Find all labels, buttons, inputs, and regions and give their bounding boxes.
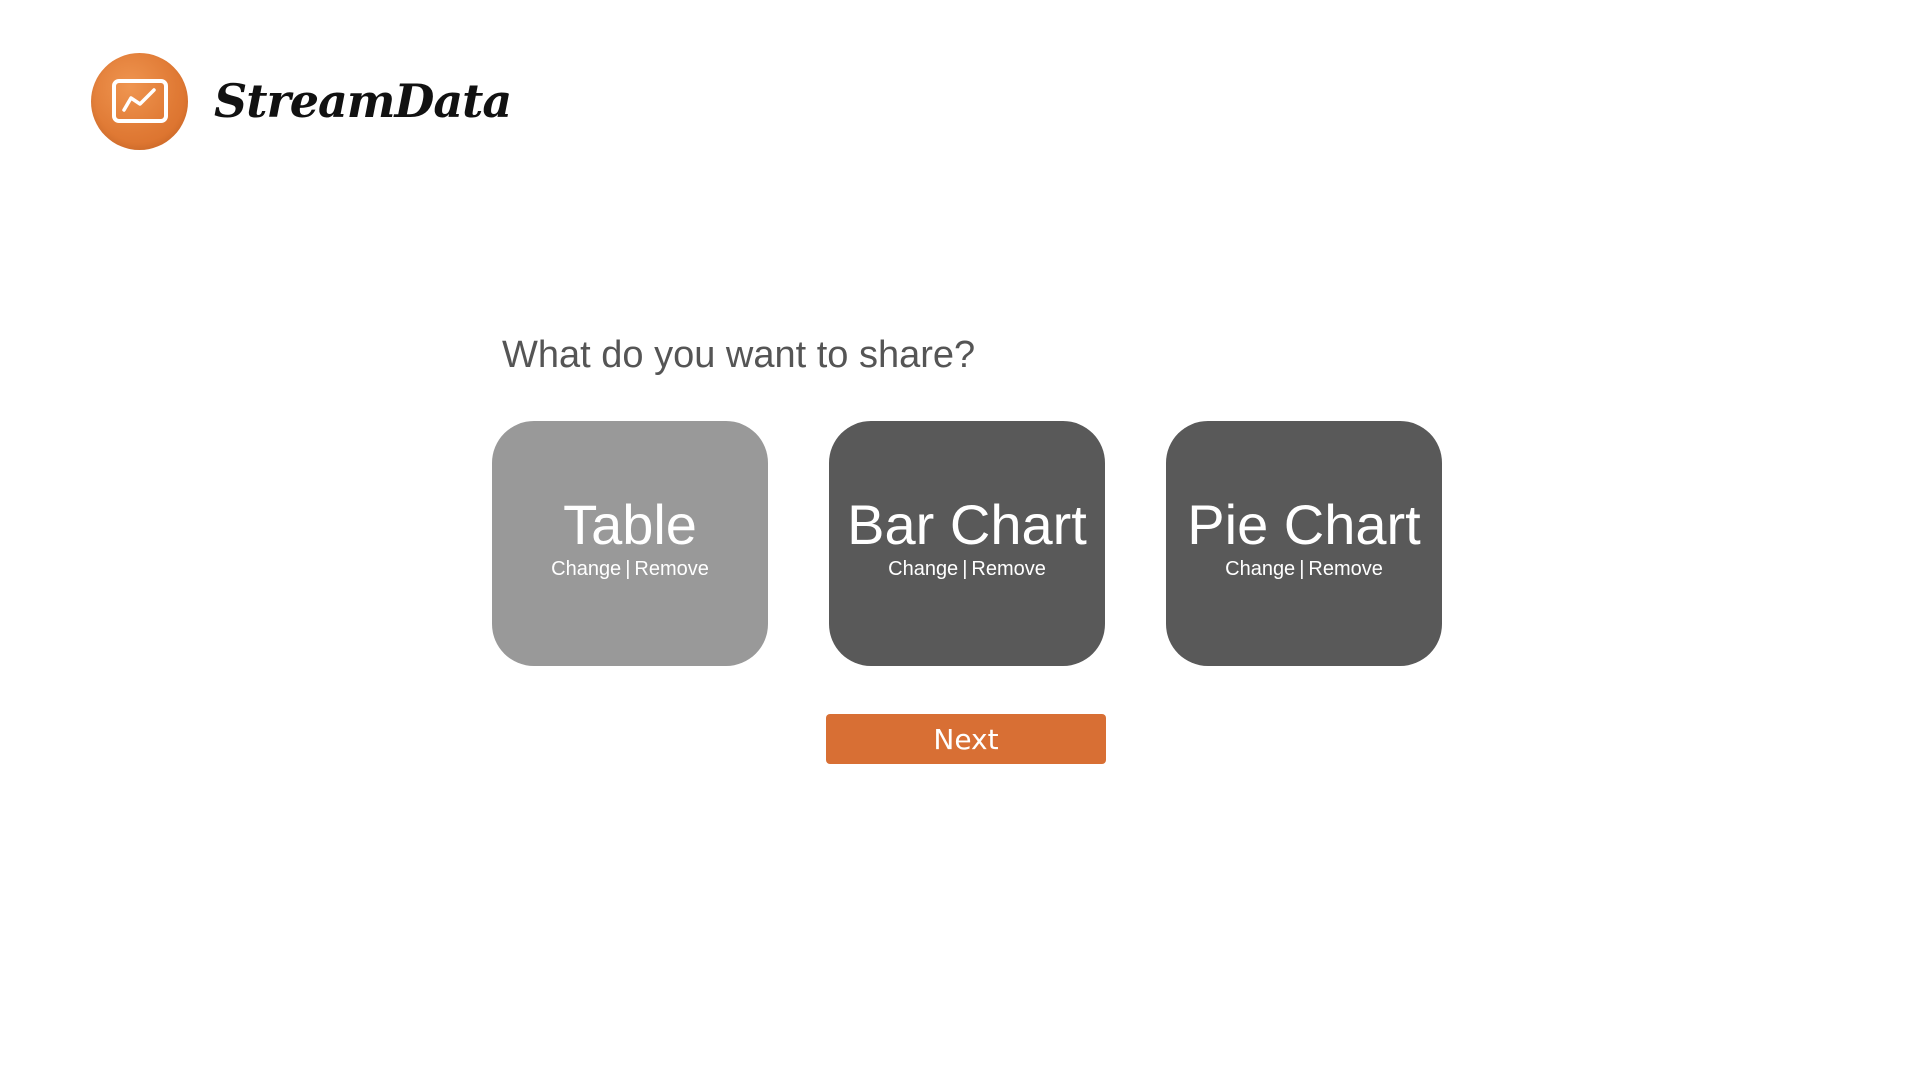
brand-name: StreamData	[214, 74, 512, 128]
option-card-pie-chart[interactable]: Pie Chart Change | Remove	[1166, 421, 1442, 666]
logo	[91, 52, 188, 150]
separator: |	[1299, 557, 1305, 580]
brand: StreamData	[91, 52, 512, 150]
option-title: Pie Chart	[1187, 492, 1421, 556]
option-actions: Change | Remove	[888, 557, 1046, 581]
option-title: Table	[563, 492, 697, 556]
remove-link[interactable]: Remove	[634, 558, 708, 580]
remove-link[interactable]: Remove	[971, 558, 1045, 580]
share-options: Table Change | Remove Bar Chart Change | Rem…	[492, 421, 1442, 666]
option-card-bar-chart[interactable]: Bar Chart Change | Remove	[829, 421, 1105, 666]
separator: |	[625, 557, 631, 580]
line-chart-monitor-icon	[111, 79, 168, 123]
option-actions: Change | Remove	[551, 557, 709, 581]
remove-link[interactable]: Remove	[1308, 558, 1382, 580]
page-prompt: What do you want to share?	[502, 334, 976, 376]
change-link[interactable]: Change	[888, 558, 958, 580]
option-title: Bar Chart	[847, 492, 1087, 556]
option-card-table[interactable]: Table Change | Remove	[492, 421, 768, 666]
option-actions: Change | Remove	[1225, 557, 1383, 581]
share-page: StreamData What do you want to share? Ta…	[0, 0, 1920, 1080]
change-link[interactable]: Change	[1225, 558, 1295, 580]
change-link[interactable]: Change	[551, 558, 621, 580]
next-button[interactable]: Next	[826, 714, 1106, 764]
separator: |	[962, 557, 968, 580]
